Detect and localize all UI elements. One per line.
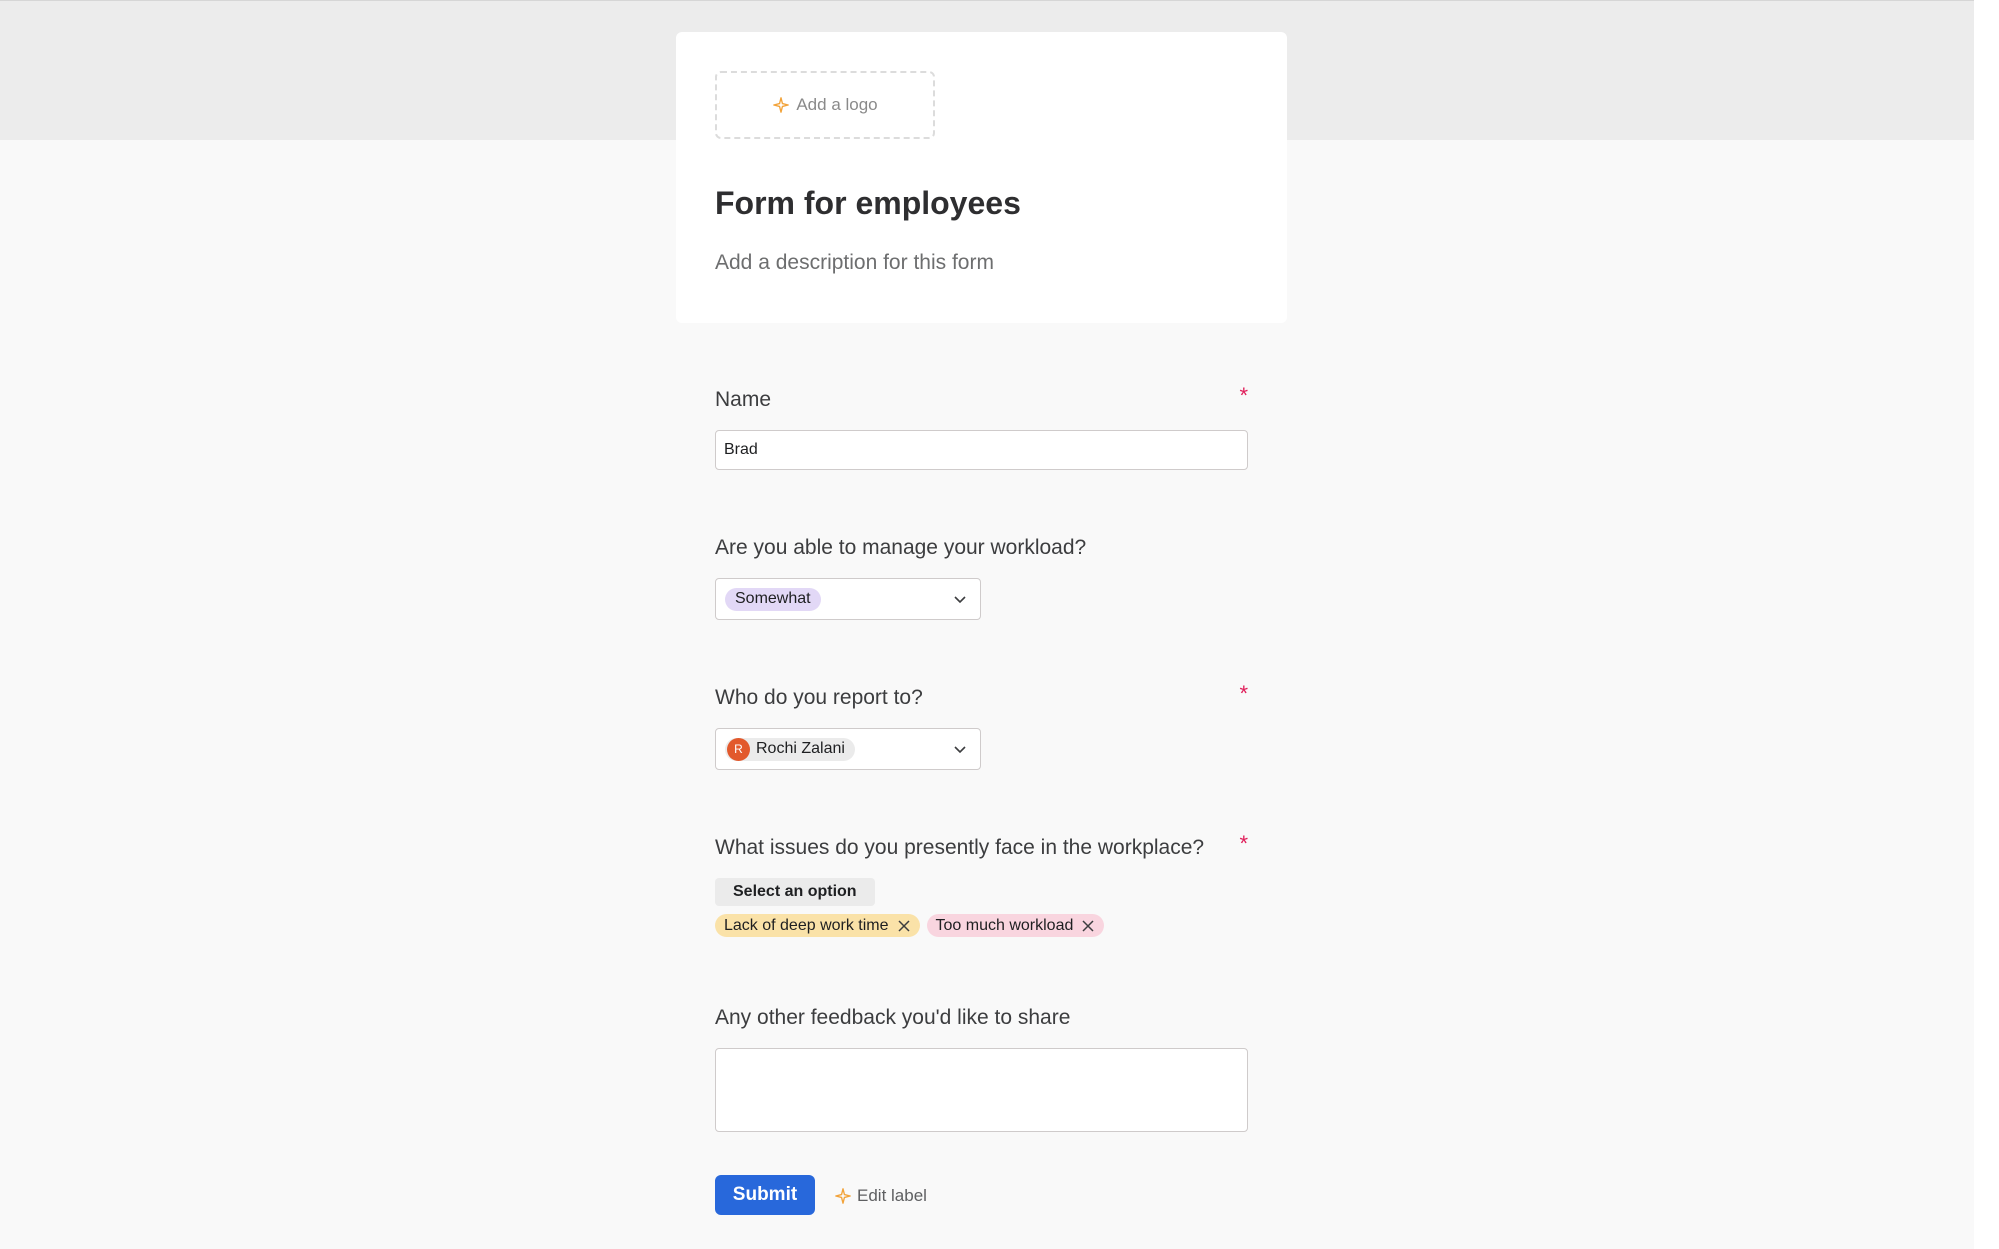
report-to-select[interactable]: R Rochi Zalani (715, 728, 981, 770)
tag-label: Lack of deep work time (724, 916, 889, 934)
required-asterisk: * (1239, 681, 1248, 706)
name-input[interactable] (715, 430, 1248, 470)
chevron-down-icon (954, 746, 966, 754)
question-issues: What issues do you presently face in the… (715, 831, 1248, 937)
question-label: Name (715, 388, 772, 411)
tag-label: Too much workload (935, 916, 1074, 934)
remove-tag-icon[interactable] (1081, 919, 1095, 933)
edit-label-text: Edit label (857, 1186, 927, 1205)
question-report-to: Who do you report to? * R Rochi Zalani (715, 681, 1248, 770)
required-asterisk: * (1239, 383, 1248, 408)
workload-select[interactable]: Somewhat (715, 578, 981, 620)
right-gutter (1974, 0, 1999, 1249)
feedback-textarea[interactable] (715, 1048, 1248, 1132)
question-name: Name * (715, 383, 1248, 470)
sparkle-icon (835, 1188, 851, 1204)
selected-option-pill: Somewhat (725, 587, 821, 611)
person-pill: R Rochi Zalani (725, 737, 855, 761)
avatar: R (727, 737, 750, 761)
edit-label-button[interactable]: Edit label (834, 1186, 927, 1206)
question-label: Any other feedback you'd like to share (715, 1006, 1071, 1029)
question-workload: Are you able to manage your workload? So… (715, 535, 1248, 620)
tag-lack-of-deep-work-time: Lack of deep work time (715, 914, 920, 937)
selected-tags: Lack of deep work time Too much workload (715, 914, 1248, 937)
person-name: Rochi Zalani (756, 740, 845, 757)
question-label: Who do you report to? (715, 686, 923, 709)
question-label: Are you able to manage your workload? (715, 536, 1087, 559)
select-option-button[interactable]: Select an option (715, 878, 875, 906)
question-label: What issues do you presently face in the… (715, 836, 1205, 859)
submit-button[interactable]: Submit (715, 1175, 815, 1215)
remove-tag-icon[interactable] (897, 919, 911, 933)
chevron-down-icon (954, 596, 966, 604)
required-asterisk: * (1239, 831, 1248, 856)
questions-column: Name * Are you able to manage your workl… (676, 0, 1287, 1249)
tag-too-much-workload: Too much workload (926, 914, 1105, 937)
question-feedback: Any other feedback you'd like to share (715, 1005, 1248, 1132)
